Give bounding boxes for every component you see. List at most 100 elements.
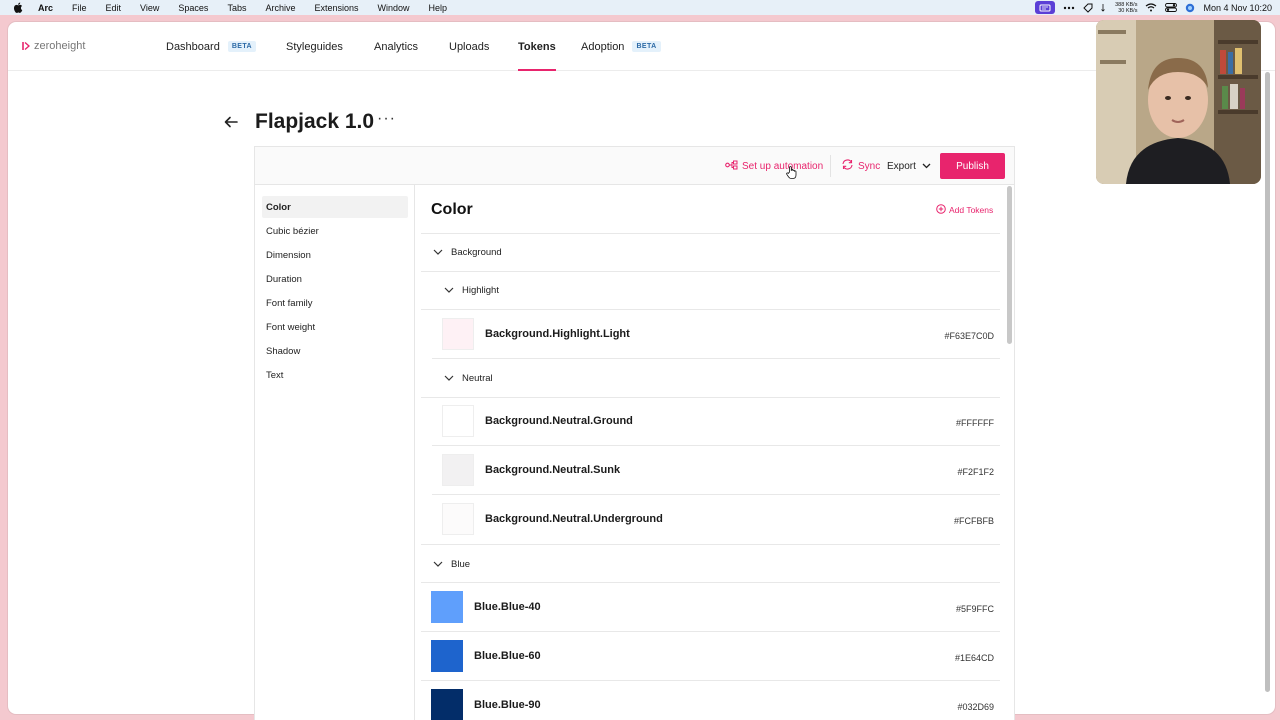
token-list: Color Add Tokens Background Highlight Ba… <box>416 185 1000 720</box>
nav-analytics-label: Analytics <box>374 40 419 53</box>
token-row[interactable]: Blue.Blue-40 #5F9FFC <box>416 591 1000 641</box>
wifi-icon[interactable] <box>1145 3 1157 12</box>
apple-icon[interactable] <box>12 2 24 14</box>
nav-analytics[interactable]: Analytics <box>374 22 418 71</box>
nav-styleguides[interactable]: Styleguides <box>286 22 343 71</box>
nav-adoption-label: Adoption <box>581 40 625 53</box>
nav-adoption[interactable]: Adoption BETA <box>581 22 661 71</box>
clock-text[interactable]: Mon 4 Nov 10:20 <box>1203 3 1272 13</box>
divider <box>421 544 1000 545</box>
network-stats: 388 KB/s 30 KB/s <box>1115 2 1137 14</box>
sidebar-item-font-weight[interactable]: Font weight <box>262 316 408 338</box>
tag-icon[interactable] <box>1083 3 1093 13</box>
menu-archive[interactable]: Archive <box>265 3 295 13</box>
zeroheight-logo-icon <box>22 41 30 51</box>
siri-icon[interactable] <box>1185 3 1195 13</box>
sidebar-item-cubic-bezier[interactable]: Cubic bézier <box>262 220 408 242</box>
nav-dashboard[interactable]: Dashboard BETA <box>166 22 256 71</box>
tokens-panel: Set up automation Sync Export Publish Co… <box>254 146 1015 720</box>
sidebar-item-shadow[interactable]: Shadow <box>262 340 408 362</box>
token-row[interactable]: Background.Neutral.Ground #FFFFFF <box>416 405 1000 455</box>
net-up-text: 388 KB/s <box>1115 1 1138 8</box>
group-highlight-header[interactable]: Highlight <box>444 285 499 296</box>
plus-circle-icon <box>936 204 946 216</box>
token-row[interactable]: Blue.Blue-60 #1E64CD <box>416 640 1000 690</box>
sidebar-item-font-family[interactable]: Font family <box>262 292 408 314</box>
token-list-scrollbar[interactable] <box>1007 186 1012 344</box>
export-label: Export <box>887 160 916 172</box>
tokens-toolbar: Set up automation Sync Export Publish <box>255 147 1014 185</box>
menu-help[interactable]: Help <box>429 3 448 13</box>
chevron-down-icon <box>922 161 931 172</box>
token-row[interactable]: Background.Highlight.Light #F63E7C0D <box>416 318 1000 368</box>
menu-view[interactable]: View <box>140 3 159 13</box>
token-name: Blue.Blue-40 <box>474 601 541 613</box>
divider <box>421 680 1000 681</box>
token-value: #1E64CD <box>954 653 994 663</box>
menu-spaces[interactable]: Spaces <box>178 3 208 13</box>
control-center-icon[interactable] <box>1165 3 1178 12</box>
setup-automation-label: Set up automation <box>742 160 824 172</box>
add-tokens-label: Add Tokens <box>949 205 994 215</box>
divider <box>421 309 1000 310</box>
menu-extensions[interactable]: Extensions <box>314 3 358 13</box>
menu-window[interactable]: Window <box>378 3 410 13</box>
sync-button[interactable]: Sync <box>841 147 880 185</box>
color-swatch <box>442 503 474 535</box>
color-swatch <box>431 689 463 720</box>
token-value: #F63E7C0D <box>944 331 994 341</box>
menu-tabs[interactable]: Tabs <box>227 3 246 13</box>
nav-uploads-label: Uploads <box>449 40 490 53</box>
token-row[interactable]: Blue.Blue-90 #032D69 <box>416 689 1000 720</box>
beta-badge: BETA <box>632 41 661 52</box>
token-value: #5F9FFC <box>955 604 994 614</box>
export-dropdown[interactable]: Export <box>887 147 931 185</box>
token-value: #FCFBFB <box>953 516 994 526</box>
network-arrows-icon <box>1101 3 1107 13</box>
group-neutral-label: Neutral <box>462 373 493 384</box>
more-dots-icon[interactable] <box>1063 6 1075 10</box>
more-options-icon[interactable]: ··· <box>377 110 396 128</box>
menu-file[interactable]: File <box>72 3 87 13</box>
setup-automation-button[interactable]: Set up automation <box>725 147 823 185</box>
nav-uploads[interactable]: Uploads <box>449 22 489 71</box>
window-scrollbar[interactable] <box>1265 72 1270 692</box>
sync-icon <box>841 159 854 173</box>
color-swatch <box>431 640 463 672</box>
nav-styleguides-label: Styleguides <box>286 40 343 53</box>
sidebar-item-dimension[interactable]: Dimension <box>262 244 408 266</box>
sidebar-item-text[interactable]: Text <box>262 364 408 386</box>
token-name: Blue.Blue-60 <box>474 650 541 662</box>
sidebar-item-color[interactable]: Color <box>262 196 408 218</box>
token-name: Background.Neutral.Underground <box>485 513 663 525</box>
divider <box>421 631 1000 632</box>
divider <box>432 445 1000 446</box>
menu-app-name[interactable]: Arc <box>38 3 53 13</box>
token-row[interactable]: Background.Neutral.Underground #FCFBFB <box>416 503 1000 553</box>
token-row[interactable]: Background.Neutral.Sunk #F2F1F2 <box>416 454 1000 504</box>
chevron-down-icon <box>444 285 454 296</box>
group-blue-header[interactable]: Blue <box>433 559 470 570</box>
divider <box>421 582 1000 583</box>
publish-button[interactable]: Publish <box>940 153 1005 179</box>
back-arrow-icon[interactable] <box>223 114 239 130</box>
zeroheight-logo[interactable]: zeroheight <box>22 40 85 52</box>
webcam-overlay <box>1096 20 1261 184</box>
token-value: #032D69 <box>957 702 994 712</box>
group-background-header[interactable]: Background <box>433 247 502 258</box>
logo-text: zeroheight <box>34 40 86 52</box>
add-tokens-button[interactable]: Add Tokens <box>936 204 993 216</box>
group-blue-label: Blue <box>451 559 471 570</box>
section-title: Color <box>431 201 473 218</box>
divider <box>432 494 1000 495</box>
menu-edit[interactable]: Edit <box>106 3 122 13</box>
presenter-video-icon <box>1096 20 1261 184</box>
divider <box>432 358 1000 359</box>
token-name: Background.Neutral.Ground <box>485 415 633 427</box>
color-swatch <box>431 591 463 623</box>
group-neutral-header[interactable]: Neutral <box>444 373 493 384</box>
nav-tokens[interactable]: Tokens <box>518 22 556 71</box>
group-background-label: Background <box>451 247 502 258</box>
screen-share-icon[interactable] <box>1035 1 1056 14</box>
sidebar-item-duration[interactable]: Duration <box>262 268 408 290</box>
